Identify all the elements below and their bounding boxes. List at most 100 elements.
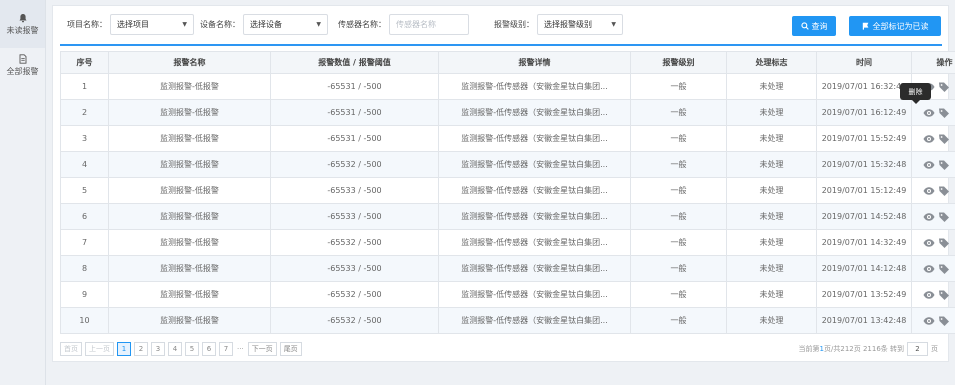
eye-icon[interactable]: [923, 159, 936, 171]
tag-icon[interactable]: [938, 107, 951, 119]
tag-icon[interactable]: [938, 185, 951, 197]
alarm-detail: 监测报警-低传感器（安徽金星钛白集团...: [438, 229, 631, 256]
last-page-button[interactable]: 尾页: [279, 341, 302, 356]
next-page-button[interactable]: 下一页: [247, 341, 277, 356]
project-select[interactable]: 选择项目 ▼: [110, 14, 194, 35]
row-number: 3: [60, 125, 109, 152]
table-row: 9 监测报警-低报警 -65532 / -500 监测报警-低传感器（安徽金星钛白集团…: [60, 281, 955, 308]
table-row: 7 监测报警-低报警 -65532 / -500 监测报警-低传感器（安徽金星钛白集团…: [60, 229, 955, 256]
row-actions: [911, 203, 955, 230]
eye-icon[interactable]: [923, 185, 936, 197]
alarm-detail: 监测报警-低传感器（安徽金星钛白集团...: [438, 99, 631, 126]
eye-icon[interactable]: [923, 289, 936, 301]
alarm-name: 监测报警-低报警: [108, 99, 271, 126]
alarm-status: 未处理: [726, 73, 817, 100]
row-actions: [911, 255, 955, 282]
table-row: 4 监测报警-低报警 -65532 / -500 监测报警-低传感器（安徽金星钛白集团…: [60, 151, 955, 178]
eye-icon[interactable]: [923, 107, 936, 119]
alarm-name: 监测报警-低报警: [108, 281, 271, 308]
page-3-button[interactable]: 3: [151, 341, 165, 356]
page-2-button[interactable]: 2: [134, 341, 148, 356]
alarm-name: 监测报警-低报警: [108, 229, 271, 256]
caret-down-icon: ▼: [611, 21, 616, 28]
row-number: 10: [60, 307, 109, 334]
eye-icon[interactable]: [923, 237, 936, 249]
alarm-value: -65532 / -500: [270, 229, 439, 256]
query-button-label: 查询: [811, 21, 828, 31]
sensor-input[interactable]: [389, 14, 469, 35]
caret-down-icon: ▼: [316, 21, 321, 28]
alarm-time: 2019/07/01 13:42:48: [816, 307, 912, 334]
tag-icon[interactable]: [938, 159, 951, 171]
query-button[interactable]: 查询: [792, 16, 836, 36]
alarm-name: 监测报警-低报警: [108, 73, 271, 100]
level-label: 报警级别：: [494, 20, 534, 29]
header-divider: [60, 44, 942, 46]
mark-read-icon: [862, 22, 868, 30]
level-select[interactable]: 选择报警级别 ▼: [537, 14, 623, 35]
alarm-detail: 监测报警-低传感器（安徽金星钛白集团...: [438, 151, 631, 178]
page-1-button[interactable]: 1: [117, 341, 131, 356]
row-number: 6: [60, 203, 109, 230]
row-actions: [911, 281, 955, 308]
sidebar-item-all-alarms[interactable]: 全部报警: [0, 48, 45, 82]
table-row: 6 监测报警-低报警 -65533 / -500 监测报警-低传感器（安徽金星钛白集团…: [60, 203, 955, 230]
row-actions: [911, 307, 955, 334]
page-5-button[interactable]: 5: [185, 341, 199, 356]
alarm-time: 2019/07/01 16:12:49: [816, 99, 912, 126]
tag-icon[interactable]: [938, 133, 951, 145]
project-label: 项目名称：: [67, 20, 107, 29]
pagination-info-prefix: 当前第: [798, 344, 820, 353]
row-number: 8: [60, 255, 109, 282]
first-page-button[interactable]: 首页: [60, 341, 82, 356]
alarm-name: 监测报警-低报警: [108, 307, 271, 334]
eye-icon[interactable]: [923, 211, 936, 223]
table-row: 1 监测报警-低报警 -65531 / -500 监测报警-低传感器（安徽金星钛白集团…: [60, 73, 955, 100]
alarm-value: -65533 / -500: [270, 255, 439, 282]
alarm-level: 一般: [630, 281, 727, 308]
table-header-row: 序号 报警名称 报警数值 / 报警阈值 报警详情 报警级别 处理标志 时间 操作: [60, 51, 955, 74]
document-icon: [18, 53, 28, 66]
mark-all-read-button[interactable]: 全部标记为已读: [849, 16, 941, 36]
alarm-detail: 监测报警-低传感器（安徽金星钛白集团...: [438, 203, 631, 230]
page-4-button[interactable]: 4: [168, 341, 182, 356]
table-row: 3 监测报警-低报警 -65531 / -500 监测报警-低传感器（安徽金星钛白集团…: [60, 125, 955, 152]
tag-icon[interactable]: [938, 315, 951, 327]
tag-icon[interactable]: [938, 81, 951, 93]
alarm-detail: 监测报警-低传感器（安徽金星钛白集团...: [438, 281, 631, 308]
page-6-button[interactable]: 6: [202, 341, 216, 356]
sidebar-item-label: 未读报警: [6, 25, 39, 35]
alarm-value: -65531 / -500: [270, 125, 439, 152]
alarm-level: 一般: [630, 99, 727, 126]
tag-icon[interactable]: [938, 263, 951, 275]
pagination-jump-unit: 页: [931, 344, 938, 353]
project-select-value: 选择项目: [117, 20, 149, 29]
table-row: 5 监测报警-低报警 -65533 / -500 监测报警-低传感器（安徽金星钛白集团…: [60, 177, 955, 204]
alarm-status: 未处理: [726, 151, 817, 178]
table-row: 8 监测报警-低报警 -65533 / -500 监测报警-低传感器（安徽金星钛白集团…: [60, 255, 955, 282]
page-jump-input[interactable]: [907, 341, 928, 356]
alarm-value: -65531 / -500: [270, 73, 439, 100]
alarm-level: 一般: [630, 229, 727, 256]
alarm-status: 未处理: [726, 125, 817, 152]
alarm-name: 监测报警-低报警: [108, 203, 271, 230]
alarm-status: 未处理: [726, 281, 817, 308]
alarm-time: 2019/07/01 13:52:49: [816, 281, 912, 308]
table-row: 10 监测报警-低报警 -65532 / -500 监测报警-低传感器（安徽金星钛白集…: [60, 307, 955, 334]
eye-icon[interactable]: [923, 133, 936, 145]
tag-icon[interactable]: [938, 211, 951, 223]
prev-page-button[interactable]: 上一页: [85, 341, 114, 356]
mark-all-read-label: 全部标记为已读: [872, 21, 929, 31]
row-actions: [911, 151, 955, 178]
device-select[interactable]: 选择设备 ▼: [243, 14, 328, 35]
alarm-status: 未处理: [726, 255, 817, 282]
sidebar-item-unread-alarms[interactable]: 未读报警: [0, 0, 45, 48]
device-select-value: 选择设备: [250, 20, 282, 29]
page-7-button[interactable]: 7: [219, 341, 233, 356]
tag-icon[interactable]: [938, 289, 951, 301]
eye-icon[interactable]: [923, 315, 936, 327]
alarm-detail: 监测报警-低传感器（安徽金星钛白集团...: [438, 255, 631, 282]
row-actions: [911, 229, 955, 256]
eye-icon[interactable]: [923, 263, 936, 275]
tag-icon[interactable]: [938, 237, 951, 249]
